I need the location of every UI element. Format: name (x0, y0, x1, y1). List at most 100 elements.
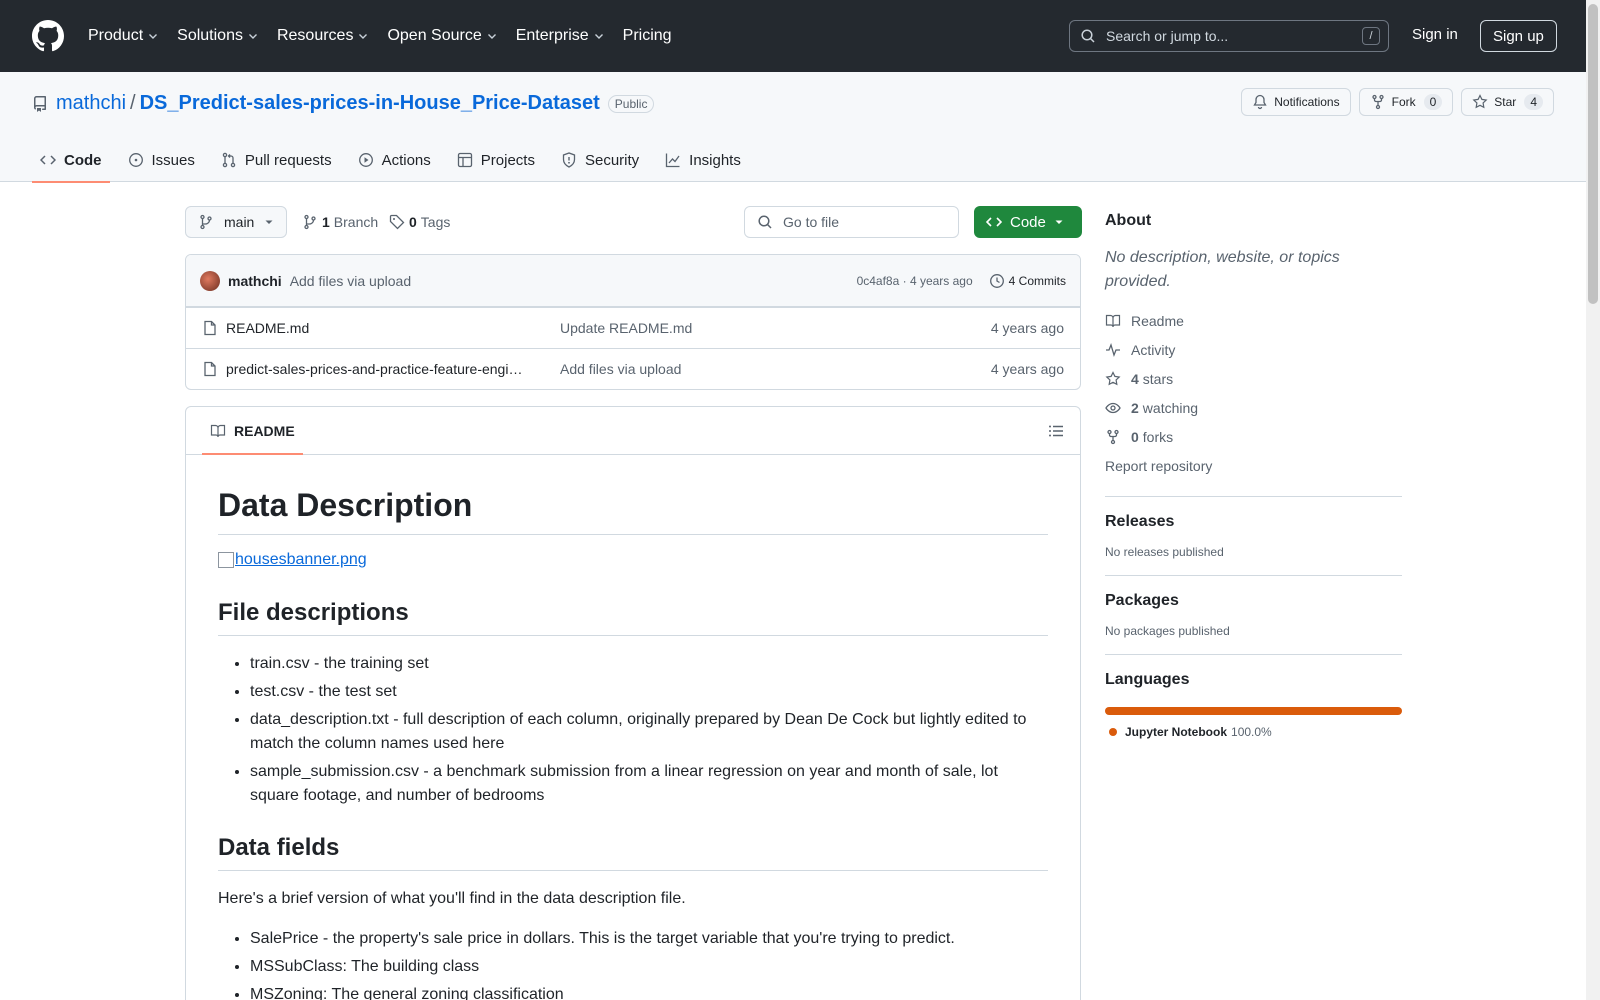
branches-link[interactable]: 1 Branch (302, 206, 378, 238)
star-icon (1105, 370, 1121, 385)
page-scrollbar[interactable] (1586, 0, 1600, 1000)
fork-button[interactable]: Fork 0 (1358, 88, 1454, 116)
readme-header: README (186, 407, 1080, 455)
forks-link[interactable]: 0 forks (1105, 422, 1402, 451)
branch-icon (200, 214, 212, 230)
languages-title: Languages (1105, 671, 1190, 688)
sign-in-link[interactable]: Sign in (1412, 26, 1458, 43)
report-repository-link[interactable]: Report repository (1105, 451, 1402, 480)
repo-sidebar: About No description, website, or topics… (1105, 182, 1402, 739)
commit-meta: 0c4af8a · 4 years ago 4 Commits (857, 273, 1066, 289)
tag-label: Tags (420, 214, 451, 230)
releases-text: No releases published (1105, 545, 1224, 559)
github-logo-icon[interactable] (32, 20, 64, 52)
nav-enterprise-label: Enterprise (515, 27, 589, 44)
language-item[interactable]: Jupyter Notebook 100.0% (1105, 725, 1402, 739)
table-icon (457, 152, 472, 168)
activity-link[interactable]: Activity (1105, 335, 1402, 364)
packages-title[interactable]: Packages (1105, 592, 1402, 610)
search-input[interactable]: Search or jump to... / (1069, 20, 1389, 52)
stars-link[interactable]: 4 stars (1105, 364, 1402, 393)
commits-link[interactable]: 4 Commits (989, 273, 1066, 289)
file-icon (204, 361, 216, 377)
commit-author[interactable]: mathchi (228, 273, 282, 289)
shield-icon (562, 152, 576, 168)
commit-message[interactable]: Add files via upload (290, 273, 411, 289)
tab-projects[interactable]: Projects (449, 138, 543, 182)
history-icon (989, 273, 1004, 288)
file-name[interactable]: predict-sales-prices-and-practice-featur… (226, 361, 526, 377)
activity-link-label: Activity (1131, 341, 1176, 358)
code-button-label: Code (1010, 213, 1046, 231)
banner-image-alt: housesbanner.png (235, 551, 367, 568)
banner-image-link[interactable]: housesbanner.png (218, 551, 367, 569)
star-count: 4 (1524, 94, 1543, 110)
sidebar-divider (1105, 496, 1402, 497)
repo-owner-link[interactable]: mathchi (56, 92, 126, 115)
sign-up-button[interactable]: Sign up (1480, 20, 1557, 52)
readme-link-label: Readme (1131, 312, 1184, 329)
tab-security-label: Security (584, 151, 640, 169)
tab-actions-label: Actions (381, 151, 431, 169)
branch-selector[interactable]: main (185, 206, 288, 238)
code-icon (40, 155, 56, 165)
notifications-button[interactable]: Notifications (1241, 88, 1351, 116)
tab-pull-requests[interactable]: Pull requests (213, 138, 340, 182)
releases-title[interactable]: Releases (1105, 513, 1402, 531)
forks-label: forks (1142, 428, 1174, 445)
code-dropdown-button[interactable]: Code (974, 206, 1082, 238)
table-row[interactable]: README.md Update README.md 4 years ago (186, 307, 1080, 348)
book-icon (1105, 314, 1121, 327)
watching-link[interactable]: 2 watching (1105, 393, 1402, 422)
tab-insights-label: Insights (689, 151, 741, 169)
commit-hash[interactable]: 0c4af8a (857, 274, 900, 288)
notifications-label: Notifications (1274, 95, 1340, 109)
nav-solutions[interactable]: Solutions (177, 27, 259, 45)
bell-icon (1253, 94, 1267, 110)
language-color-dot (1109, 728, 1117, 736)
tab-security[interactable]: Security (553, 138, 647, 182)
tab-insights[interactable]: Insights (657, 138, 749, 182)
file-name[interactable]: README.md (226, 320, 526, 336)
branch-count: 1 (322, 214, 330, 230)
list-item: MSSubClass: The building class (250, 955, 1048, 979)
tag-icon (389, 214, 405, 230)
main-nav: Product Solutions Resources Open Source … (88, 27, 690, 45)
readme-tab[interactable]: README (202, 407, 303, 455)
file-commit-message[interactable]: Add files via upload (560, 361, 681, 377)
packages-text: No packages published (1105, 624, 1230, 638)
tags-link[interactable]: 0 Tags (389, 206, 450, 238)
tab-issues[interactable]: Issues (120, 138, 203, 182)
table-row[interactable]: predict-sales-prices-and-practice-featur… (186, 348, 1080, 389)
scrollbar-thumb[interactable] (1588, 4, 1598, 304)
avatar[interactable] (200, 270, 220, 291)
readme-link[interactable]: Readme (1105, 306, 1402, 335)
nav-enterprise[interactable]: Enterprise (516, 27, 605, 45)
nav-pricing[interactable]: Pricing (623, 27, 672, 45)
language-name: Jupyter Notebook (1125, 725, 1228, 739)
nav-open-source[interactable]: Open Source (387, 27, 497, 45)
go-to-file-input[interactable]: Go to file (744, 206, 959, 238)
stars-count: 4 (1131, 370, 1139, 387)
about-links: Readme Activity 4 stars 2 watching 0 for… (1105, 306, 1402, 480)
list-item: MSZoning: The general zoning classificat… (250, 983, 1048, 1000)
list-unordered-icon[interactable] (1048, 423, 1064, 439)
repo-name-link[interactable]: DS_Predict-sales-prices-in-House_Price-D… (140, 92, 600, 115)
repo-icon (34, 95, 46, 112)
file-date: 4 years ago (990, 361, 1064, 377)
tab-code[interactable]: Code (32, 138, 110, 183)
file-date: 4 years ago (990, 320, 1064, 336)
tab-issues-label: Issues (151, 151, 195, 169)
global-header: Product Solutions Resources Open Source … (0, 0, 1586, 72)
list-item: train.csv - the training set (250, 652, 1048, 676)
tab-pull-requests-label: Pull requests (244, 151, 332, 169)
file-commit-message[interactable]: Update README.md (560, 320, 692, 336)
tab-actions[interactable]: Actions (350, 138, 439, 182)
nav-product[interactable]: Product (88, 27, 159, 45)
chevron-down-icon (487, 34, 496, 39)
nav-open-source-label: Open Source (387, 27, 482, 44)
repo-header: mathchi / DS_Predict-sales-prices-in-Hou… (0, 72, 1586, 183)
watching-label: watching (1142, 399, 1199, 416)
star-button[interactable]: Star 4 (1461, 88, 1554, 116)
nav-resources[interactable]: Resources (277, 27, 369, 45)
